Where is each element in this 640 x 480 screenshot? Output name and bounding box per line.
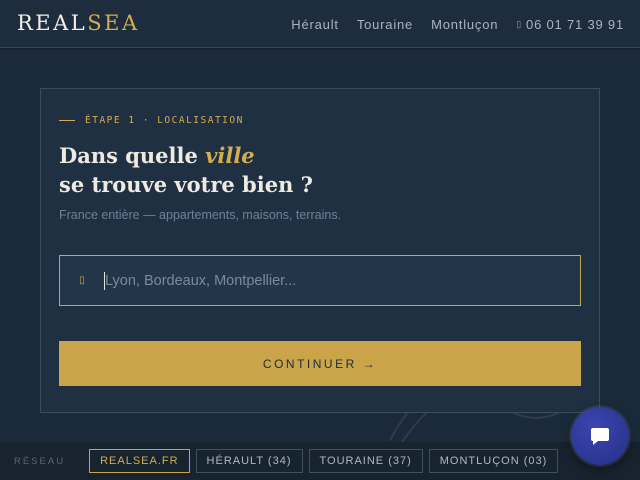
- continue-button[interactable]: CONTINUER →: [59, 341, 581, 386]
- network-bar: RÉSEAU REALSEA.FR HÉRAULT (34) TOURAINE …: [0, 442, 640, 480]
- chip-montlucon[interactable]: MONTLUÇON (03): [428, 449, 559, 473]
- title-line1-pre: Dans quelle: [59, 143, 206, 168]
- phone-link[interactable]: ▯ 06 01 71 39 91: [516, 17, 624, 32]
- title-line1-em: ville: [205, 143, 255, 168]
- logo-accent: SEA: [87, 11, 140, 35]
- nav-item-herault[interactable]: Hérault: [291, 17, 339, 32]
- chip-realsea[interactable]: REALSEA.FR: [89, 449, 190, 473]
- chip-herault[interactable]: HÉRAULT (34): [195, 449, 303, 473]
- page-title: Dans quelle ville se trouve votre bien ?: [59, 141, 313, 199]
- logo[interactable]: REALSEA: [17, 11, 140, 35]
- step-indicator: ÉTAPE 1 · LOCALISATION: [59, 115, 244, 126]
- main-nav: Hérault Touraine Montluçon ▯ 06 01 71 39…: [291, 17, 624, 32]
- network-label: RÉSEAU: [14, 455, 66, 467]
- chat-bubble-icon: [591, 428, 609, 445]
- nav-item-touraine[interactable]: Touraine: [357, 17, 413, 32]
- step-label: ÉTAPE 1 · LOCALISATION: [85, 115, 244, 126]
- logo-main: REAL: [17, 11, 88, 35]
- chat-button[interactable]: [571, 407, 629, 465]
- city-input-wrapper[interactable]: ▯: [59, 255, 581, 306]
- chip-touraine[interactable]: TOURAINE (37): [308, 449, 423, 473]
- title-line2: se trouve votre bien ?: [59, 172, 313, 197]
- location-step-card: ÉTAPE 1 · LOCALISATION Dans quelle ville…: [40, 88, 600, 413]
- city-search-input[interactable]: [105, 256, 580, 305]
- nav-item-montlucon[interactable]: Montluçon: [431, 17, 498, 32]
- top-header: REALSEA Hérault Touraine Montluçon ▯ 06 …: [0, 0, 640, 48]
- phone-icon: ▯: [516, 19, 523, 29]
- step-line: [59, 120, 75, 121]
- map-pin-icon: ▯: [79, 275, 85, 286]
- phone-number: 06 01 71 39 91: [526, 17, 624, 32]
- subtitle: France entière — appartements, maisons, …: [59, 208, 342, 222]
